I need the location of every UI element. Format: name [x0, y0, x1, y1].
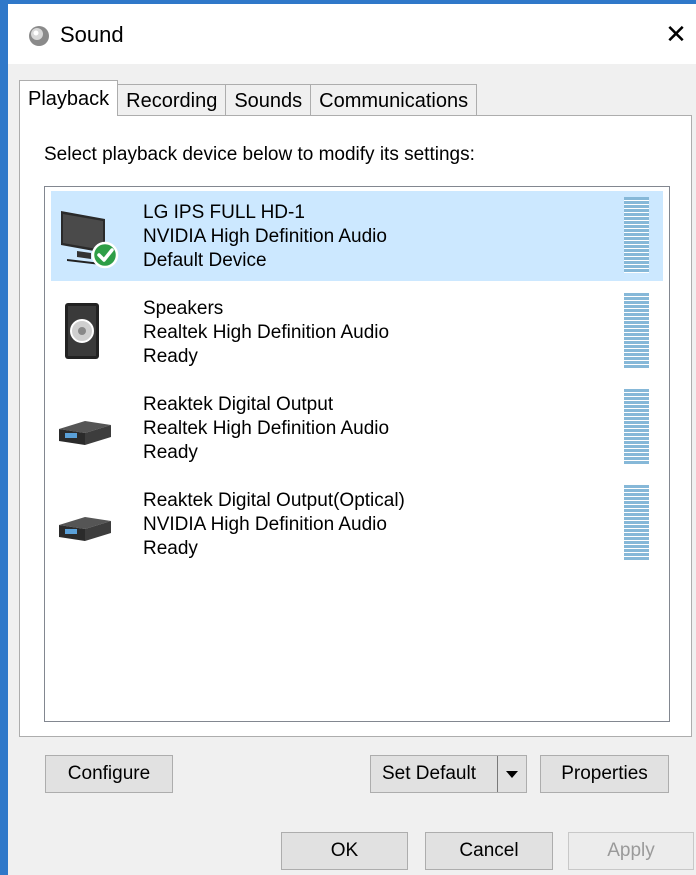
tab-playback[interactable]: Playback — [19, 80, 119, 116]
device-name: LG IPS FULL HD-1 — [143, 202, 305, 223]
volume-meter — [624, 485, 649, 561]
configure-button[interactable]: Configure — [45, 755, 173, 793]
device-status: Ready — [143, 538, 198, 559]
title-bar[interactable]: Sound ✕ — [8, 4, 696, 64]
set-default-label: Set Default — [382, 763, 476, 784]
instruction-text: Select playback device below to modify i… — [44, 144, 475, 165]
volume-meter — [624, 389, 649, 465]
device-text: Reaktek Digital Output Realtek High Defi… — [143, 393, 389, 465]
device-name: Reaktek Digital Output — [143, 394, 334, 415]
tab-recording[interactable]: Recording — [117, 84, 227, 116]
ok-button[interactable]: OK — [281, 832, 408, 870]
device-item-digital-output[interactable]: Reaktek Digital Output Realtek High Defi… — [51, 383, 663, 473]
device-text: Speakers Realtek High Definition Audio R… — [143, 297, 389, 369]
digital-output-icon — [59, 421, 111, 445]
set-default-button[interactable]: Set Default — [370, 755, 527, 793]
device-item-speakers[interactable]: Speakers Realtek High Definition Audio R… — [51, 287, 663, 377]
apply-button[interactable]: Apply — [568, 832, 694, 870]
tab-sounds[interactable]: Sounds — [225, 84, 312, 116]
device-name: Reaktek Digital Output(Optical) — [143, 490, 405, 511]
device-text: Reaktek Digital Output(Optical) NVIDIA H… — [143, 489, 405, 561]
monitor-icon — [61, 211, 119, 269]
volume-meter — [624, 197, 649, 273]
cancel-button[interactable]: Cancel — [425, 832, 553, 870]
dialog-body: Playback Recording Sounds Communications… — [8, 64, 696, 875]
chevron-down-icon[interactable] — [497, 756, 526, 792]
device-text: LG IPS FULL HD-1 NVIDIA High Definition … — [143, 201, 387, 273]
tab-communications[interactable]: Communications — [310, 84, 478, 116]
device-driver: NVIDIA High Definition Audio — [143, 514, 387, 535]
volume-meter — [624, 293, 649, 369]
device-driver: Realtek High Definition Audio — [143, 418, 390, 439]
digital-output-icon — [59, 517, 111, 541]
sound-app-icon — [29, 26, 49, 46]
close-button[interactable]: ✕ — [656, 14, 696, 54]
device-status: Ready — [143, 346, 198, 367]
playback-panel: Select playback device below to modify i… — [19, 115, 692, 737]
device-status: Default Device — [143, 250, 267, 271]
properties-button[interactable]: Properties — [540, 755, 669, 793]
device-driver: NVIDIA High Definition Audio — [143, 226, 387, 247]
window-title: Sound — [60, 22, 124, 47]
speaker-icon — [65, 303, 99, 359]
device-item-digital-output-optical[interactable]: Reaktek Digital Output(Optical) NVIDIA H… — [51, 479, 663, 569]
device-driver: Realtek High Definition Audio — [143, 322, 390, 343]
device-status: Ready — [143, 442, 198, 463]
tab-strip: Playback Recording Sounds Communications — [19, 80, 478, 116]
device-item-lg-ips[interactable]: LG IPS FULL HD-1 NVIDIA High Definition … — [51, 191, 663, 281]
device-name: Speakers — [143, 298, 224, 319]
sound-dialog: Sound ✕ Playback Recording Sounds Commun… — [0, 0, 696, 875]
device-list[interactable]: LG IPS FULL HD-1 NVIDIA High Definition … — [44, 186, 670, 722]
